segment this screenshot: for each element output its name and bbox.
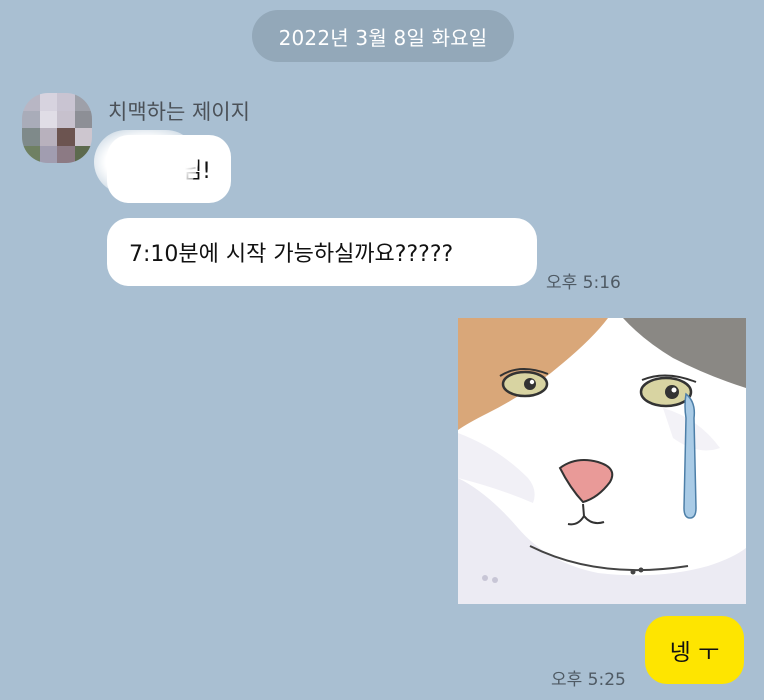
redacted-name-blur xyxy=(94,130,198,194)
sender-name: 치맥하는 제이지 xyxy=(108,100,250,124)
message-timestamp: 오후 5:25 xyxy=(551,670,626,690)
crying-cat-sticker[interactable] xyxy=(458,318,746,604)
cat-illustration xyxy=(458,318,746,604)
date-divider: 2022년 3월 8일 화요일 xyxy=(252,10,514,62)
my-message-bubble[interactable]: 넹 ㅜ xyxy=(645,616,744,684)
message-text: 7:10분에 시작 가능하실까요????? xyxy=(129,242,454,267)
avatar[interactable] xyxy=(22,93,92,163)
message-text: 넹 ㅜ xyxy=(669,640,720,666)
message-timestamp: 오후 5:16 xyxy=(546,273,621,293)
message-bubble[interactable]: 7:10분에 시작 가능하실까요????? xyxy=(107,218,537,286)
